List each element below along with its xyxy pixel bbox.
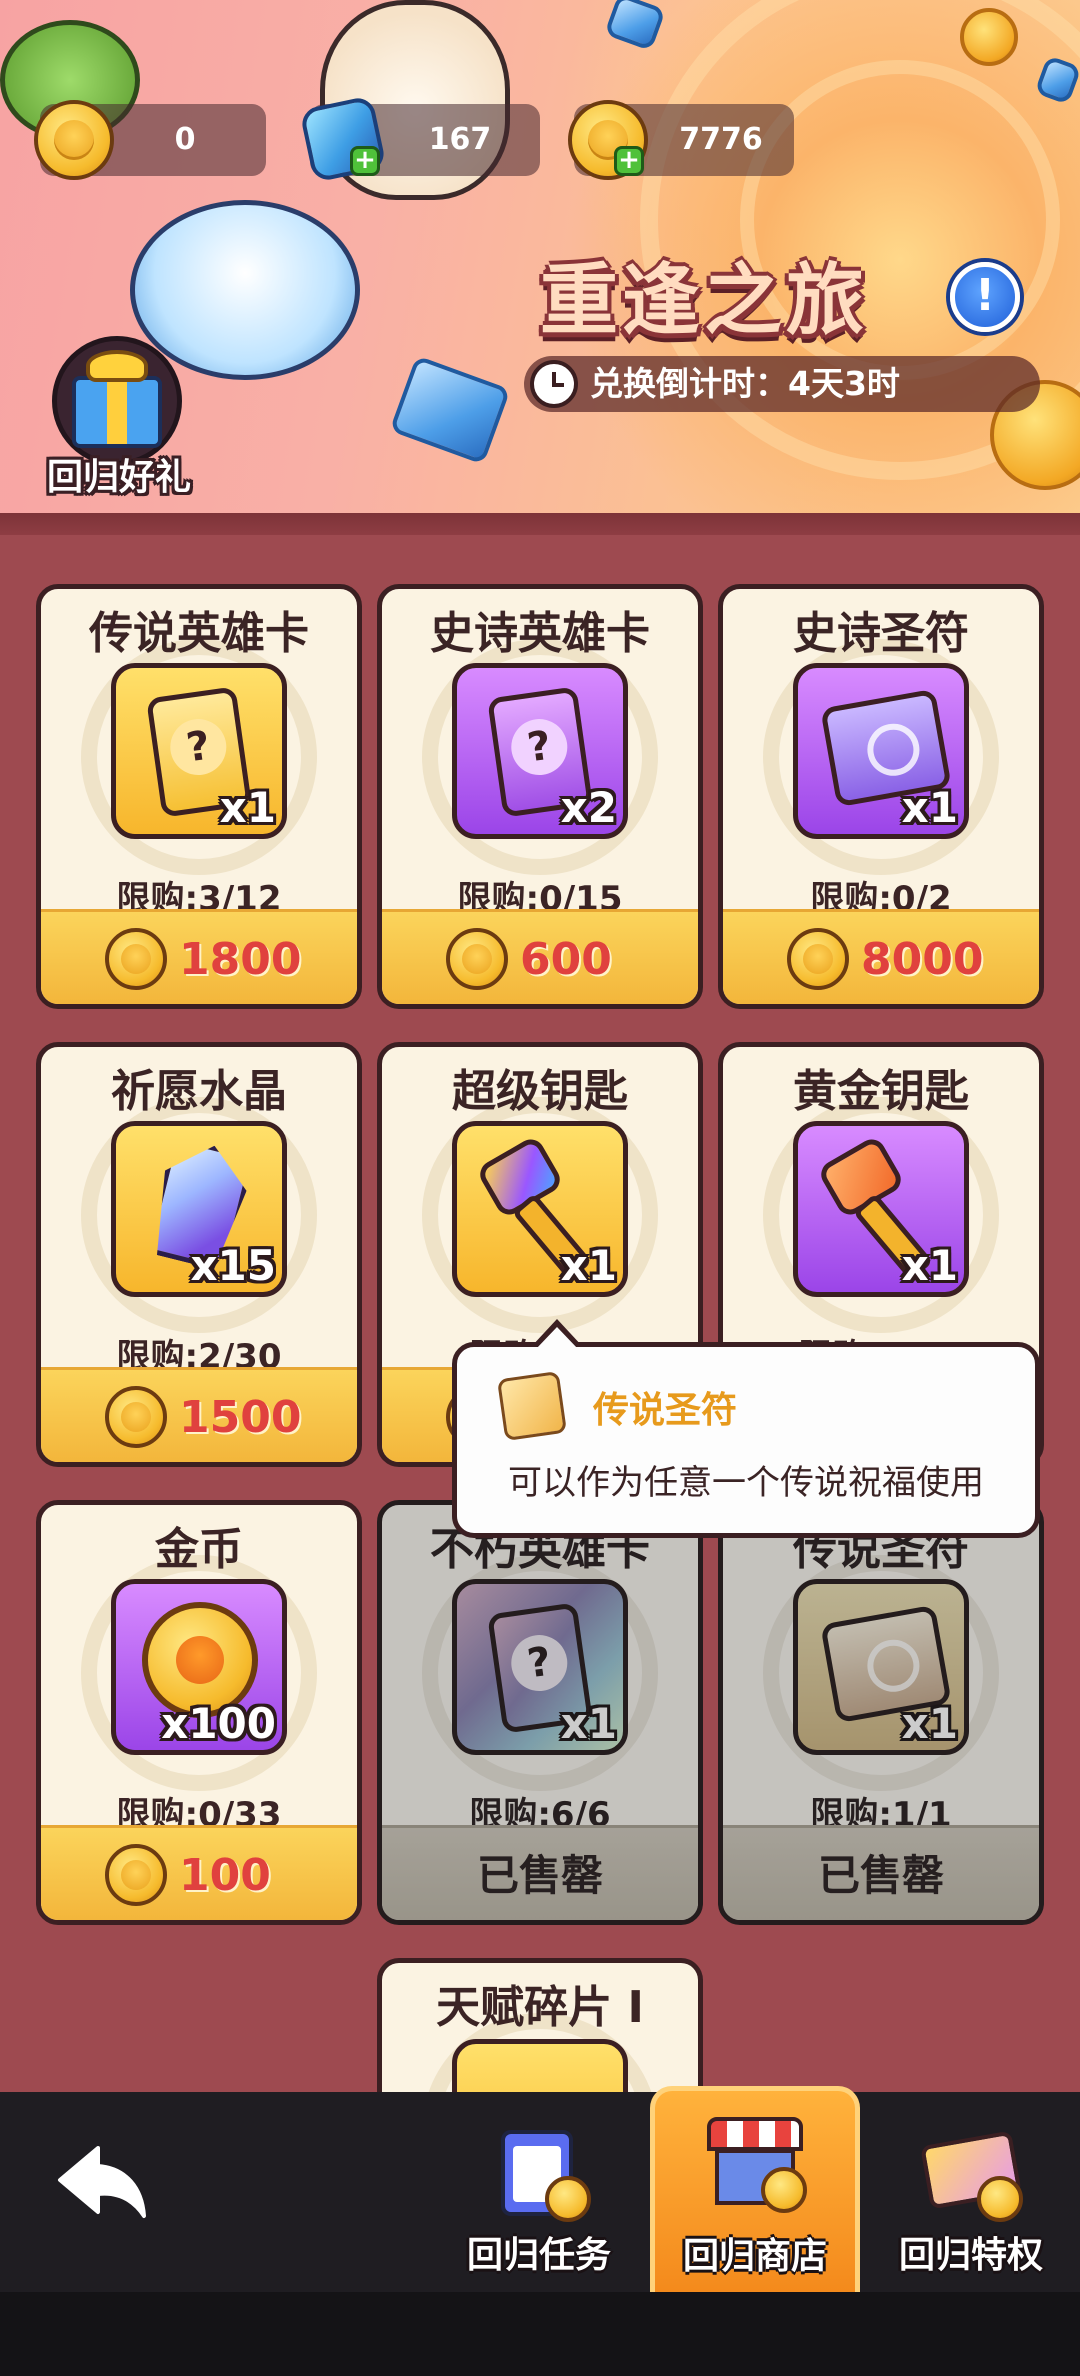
coin-value: 0 (174, 122, 196, 157)
immortal-hero-card-icon: ? x1 (452, 1579, 628, 1755)
buy-button[interactable]: 1500 (41, 1367, 357, 1462)
item-qty: x1 (560, 1241, 617, 1290)
item-qty: x15 (190, 1241, 276, 1290)
sold-out-label: 已售罄 (817, 1851, 944, 1900)
tab-label: 回归特权 (898, 2235, 1043, 2276)
shop-item-wish-crystal[interactable]: 祈愿水晶 x15 限购:2/30 1500 (36, 1042, 362, 1467)
gold-coin-icon: x100 (111, 1579, 287, 1755)
item-name: 传说英雄卡 (89, 608, 309, 659)
decor-gem (389, 355, 511, 465)
tooltip-title: 传说圣符 (593, 1390, 738, 1431)
privilege-card-icon (919, 2126, 1023, 2222)
add-gem-icon[interactable]: + (350, 146, 380, 176)
epic-hero-card-icon: ? x2 (452, 663, 628, 839)
clipboard-icon (487, 2126, 591, 2222)
item-price: 8000 (861, 934, 984, 985)
coin-counter[interactable]: 0 (34, 100, 266, 180)
legend-rune-scroll-icon (496, 1370, 568, 1442)
legend-hero-card-icon: ? x1 (111, 663, 287, 839)
item-price: 600 (520, 934, 612, 985)
coin-icon (34, 100, 114, 180)
item-name: 超级钥匙 (452, 1066, 628, 1117)
buy-button[interactable]: 100 (41, 1825, 357, 1920)
exchange-countdown: 兑换倒计时：4天3时 (524, 356, 1040, 412)
countdown-text: 兑换倒计时：4天3时 (590, 364, 900, 403)
super-key-icon: x1 (452, 1121, 628, 1297)
item-price: 100 (179, 1850, 271, 1901)
clock-icon (530, 360, 578, 408)
item-qty: x2 (560, 783, 617, 832)
decor-gem (603, 0, 667, 52)
talent-shard-icon (452, 2039, 628, 2098)
item-name: 黄金钥匙 (793, 1066, 969, 1117)
item-name: 祈愿水晶 (111, 1066, 287, 1117)
gift-label: 回归好礼 (46, 457, 191, 498)
legend-rune-scroll-icon: x1 (793, 1579, 969, 1755)
buy-button[interactable]: 1800 (41, 909, 357, 1004)
item-tooltip: 传说圣符 可以作为任意一个传说祝福使用 (452, 1319, 1040, 1538)
tab-return-tasks[interactable]: 回归任务 (434, 2092, 644, 2292)
item-qty: x1 (219, 783, 276, 832)
system-bar (0, 2292, 1080, 2376)
tab-label: 回归任务 (466, 2235, 611, 2276)
sold-out-bar: 已售罄 (382, 1825, 698, 1920)
event-banner: 0 + 167 + 7776 重逢之旅 ! 兑换倒计时：4天3时 回归好礼 (0, 0, 1080, 535)
item-name: 史诗英雄卡 (430, 608, 650, 659)
sold-out-label: 已售罄 (476, 1851, 603, 1900)
coin-icon (446, 928, 508, 990)
coin-icon (105, 928, 167, 990)
shop-item-epic-hero-card[interactable]: 史诗英雄卡 ? x2 限购:0/15 600 (377, 584, 703, 1009)
shop-item-talent-shard[interactable]: 天赋碎片 I (377, 1958, 703, 2098)
sold-out-bar: 已售罄 (723, 1825, 1039, 1920)
item-qty: x100 (161, 1699, 276, 1748)
tab-label: 回归商店 (682, 2236, 827, 2277)
buy-button[interactable]: 8000 (723, 909, 1039, 1004)
info-icon[interactable]: ! (950, 262, 1020, 332)
item-name: 史诗圣符 (793, 608, 969, 659)
shop-item-legend-rune: 传说圣符 x1 限购:1/1 已售罄 (718, 1500, 1044, 1925)
coin-icon (105, 1844, 167, 1906)
gem-value: 167 (428, 122, 492, 157)
shop-item-gold-coin[interactable]: 金币 x100 限购:0/33 100 (36, 1500, 362, 1925)
shop-item-immortal-hero-card: 不朽英雄卡 ? x1 限购:6/6 已售罄 (377, 1500, 703, 1925)
item-qty: x1 (901, 1241, 958, 1290)
coin-icon (105, 1386, 167, 1448)
tooltip-description: 可以作为任意一个传说祝福使用 (508, 1463, 984, 1503)
return-coin-value: 7776 (679, 122, 763, 157)
coin-icon (787, 928, 849, 990)
crystal-icon: x15 (111, 1121, 287, 1297)
tab-return-privileges[interactable]: 回归特权 (866, 2092, 1076, 2292)
shop-item-legend-hero-card[interactable]: 传说英雄卡 ? x1 限购:3/12 1800 (36, 584, 362, 1009)
gift-bow (86, 350, 148, 382)
event-title: 重逢之旅 (540, 256, 869, 346)
back-arrow-icon[interactable] (54, 2142, 150, 2222)
shop-icon (703, 2117, 807, 2213)
item-name: 天赋碎片 I (436, 1982, 644, 2033)
gem-counter[interactable]: + 167 (299, 95, 540, 183)
item-price: 1500 (179, 1392, 302, 1443)
tab-return-shop[interactable]: 回归商店 (650, 2086, 860, 2292)
epic-rune-scroll-icon: x1 (793, 663, 969, 839)
item-name: 金币 (155, 1524, 243, 1575)
shop-item-epic-rune[interactable]: 史诗圣符 x1 限购:0/2 8000 (718, 584, 1044, 1009)
gift-icon (72, 376, 162, 448)
return-coin-counter[interactable]: + 7776 (568, 100, 794, 180)
add-return-coin-icon[interactable]: + (614, 146, 644, 176)
buy-button[interactable]: 600 (382, 909, 698, 1004)
item-qty: x1 (560, 1699, 617, 1748)
gold-key-icon: x1 (793, 1121, 969, 1297)
item-qty: x1 (901, 1699, 958, 1748)
decor-coin (960, 8, 1018, 66)
item-qty: x1 (901, 783, 958, 832)
item-price: 1800 (179, 934, 302, 985)
return-gift-button[interactable]: 回归好礼 (34, 336, 204, 501)
